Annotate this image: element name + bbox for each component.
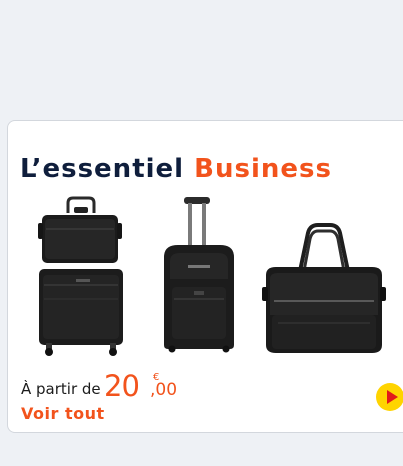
promo-card[interactable]: L’essentiel Business À partir de 20 € ,0… [7,120,403,433]
laptop-briefcase-icon [262,223,386,353]
pilot-case-set-icon [38,196,123,356]
card-title: L’essentiel Business [20,154,332,184]
play-arrow-icon [387,390,398,404]
product-images[interactable] [8,191,403,361]
price-decimals: ,00 [150,380,178,400]
price-prefix: À partir de [21,380,101,398]
price-integer: 20 [104,369,140,403]
see-all-link[interactable]: Voir tout [21,404,105,423]
rolling-backpack-icon [164,197,234,353]
title-part-1: L’essentiel [20,154,185,184]
title-part-2: Business [194,154,332,184]
next-button[interactable] [376,383,403,411]
